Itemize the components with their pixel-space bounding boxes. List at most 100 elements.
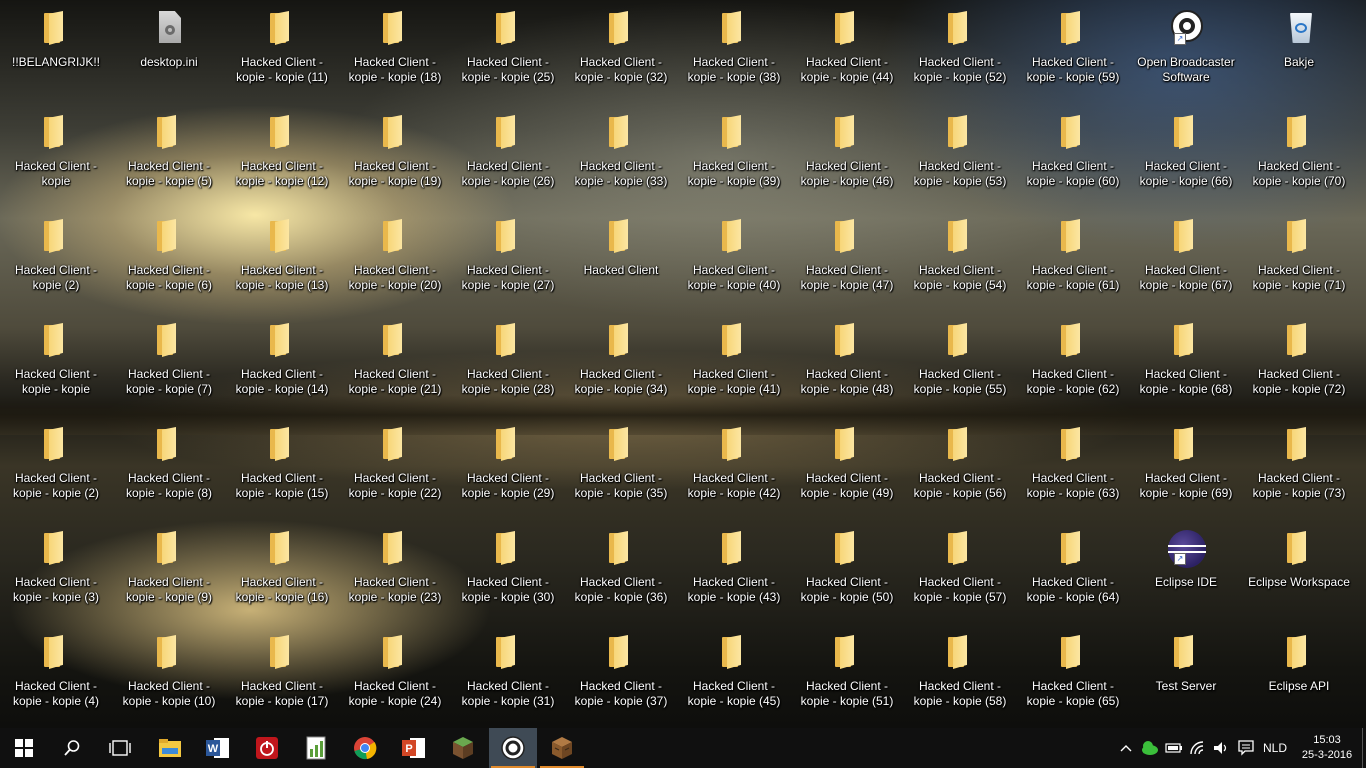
obs-taskbar-button[interactable] [489, 728, 537, 768]
minecraft-button[interactable] [439, 728, 487, 768]
desktop-icon-hacked-client-kopie-kopie-34[interactable]: Hacked Client - kopie - kopie (34) [566, 312, 676, 412]
desktop-icon-hacked-client-kopie-kopie-30[interactable]: Hacked Client - kopie - kopie (30) [453, 520, 563, 620]
battery-button[interactable] [1163, 728, 1185, 768]
desktop-icon-hacked-client-kopie-kopie-42[interactable]: Hacked Client - kopie - kopie (42) [679, 416, 789, 516]
desktop-icon-hacked-client[interactable]: Hacked Client [566, 208, 676, 308]
tray-app-icon-button[interactable] [1139, 728, 1161, 768]
volume-button[interactable] [1210, 728, 1232, 768]
desktop-icon-hacked-client-kopie-kopie-41[interactable]: Hacked Client - kopie - kopie (41) [679, 312, 789, 412]
desktop-icon-eclipse-ide[interactable]: ↗ Eclipse IDE [1131, 520, 1241, 620]
desktop-icon-test-server[interactable]: Test Server [1131, 624, 1241, 724]
desktop-icon-hacked-client-kopie-kopie-39[interactable]: Hacked Client - kopie - kopie (39) [679, 104, 789, 204]
desktop-icon-hacked-client-kopie-kopie-25[interactable]: Hacked Client - kopie - kopie (25) [453, 0, 563, 100]
desktop-icon-hacked-client-kopie-kopie-70[interactable]: Hacked Client - kopie - kopie (70) [1244, 104, 1354, 204]
powerpoint-button[interactable]: P [390, 728, 438, 768]
desktop-icon-hacked-client-kopie-kopie-47[interactable]: Hacked Client - kopie - kopie (47) [792, 208, 902, 308]
desktop-icon-hacked-client-kopie-kopie-35[interactable]: Hacked Client - kopie - kopie (35) [566, 416, 676, 516]
desktop-icon-hacked-client-kopie-kopie-66[interactable]: Hacked Client - kopie - kopie (66) [1131, 104, 1241, 204]
desktop-icon-hacked-client-kopie-kopie-65[interactable]: Hacked Client - kopie - kopie (65) [1018, 624, 1128, 724]
desktop-icon-hacked-client-kopie-kopie-33[interactable]: Hacked Client - kopie - kopie (33) [566, 104, 676, 204]
desktop-icon-hacked-client-kopie-kopie-5[interactable]: Hacked Client - kopie - kopie (5) [114, 104, 224, 204]
desktop-icon-hacked-client-kopie-kopie-17[interactable]: Hacked Client - kopie - kopie (17) [227, 624, 337, 724]
desktop-icon-hacked-client-kopie-kopie-29[interactable]: Hacked Client - kopie - kopie (29) [453, 416, 563, 516]
desktop-icon-hacked-client-kopie-kopie-22[interactable]: Hacked Client - kopie - kopie (22) [340, 416, 450, 516]
desktop-icon-hacked-client-kopie-kopie-57[interactable]: Hacked Client - kopie - kopie (57) [905, 520, 1015, 620]
start-button[interactable] [0, 728, 48, 768]
desktop-icon-hacked-client-kopie-kopie-68[interactable]: Hacked Client - kopie - kopie (68) [1131, 312, 1241, 412]
desktop-icon-eclipse-api[interactable]: Eclipse API [1244, 624, 1354, 724]
desktop[interactable]: !!BELANGRIJK!! desktop.ini Hacked Client -… [0, 0, 1366, 728]
desktop-icon-hacked-client-kopie-kopie-54[interactable]: Hacked Client - kopie - kopie (54) [905, 208, 1015, 308]
desktop-icon-hacked-client-kopie-kopie-16[interactable]: Hacked Client - kopie - kopie (16) [227, 520, 337, 620]
desktop-icon-hacked-client-kopie[interactable]: Hacked Client - kopie [1, 104, 111, 204]
desktop-icon-hacked-client-kopie-kopie-58[interactable]: Hacked Client - kopie - kopie (58) [905, 624, 1015, 724]
input-language-indicator[interactable]: NLD [1258, 728, 1292, 768]
desktop-icon-hacked-client-kopie-kopie-44[interactable]: Hacked Client - kopie - kopie (44) [792, 0, 902, 100]
desktop-icon-hacked-client-kopie-kopie-18[interactable]: Hacked Client - kopie - kopie (18) [340, 0, 450, 100]
desktop-icon-hacked-client-kopie-kopie-19[interactable]: Hacked Client - kopie - kopie (19) [340, 104, 450, 204]
desktop-icon-hacked-client-kopie-kopie-23[interactable]: Hacked Client - kopie - kopie (23) [340, 520, 450, 620]
desktop-icon-hacked-client-kopie-kopie-11[interactable]: Hacked Client - kopie - kopie (11) [227, 0, 337, 100]
desktop-icon-hacked-client-kopie-kopie-15[interactable]: Hacked Client - kopie - kopie (15) [227, 416, 337, 516]
desktop-icon-hacked-client-kopie-kopie-51[interactable]: Hacked Client - kopie - kopie (51) [792, 624, 902, 724]
desktop-icon-hacked-client-kopie-kopie-48[interactable]: Hacked Client - kopie - kopie (48) [792, 312, 902, 412]
desktop-icon-hacked-client-kopie-kopie-27[interactable]: Hacked Client - kopie - kopie (27) [453, 208, 563, 308]
desktop-icon-hacked-client-kopie-kopie-31[interactable]: Hacked Client - kopie - kopie (31) [453, 624, 563, 724]
show-hidden-icons-button[interactable] [1116, 728, 1136, 768]
desktop-icon-hacked-client-kopie-kopie-73[interactable]: Hacked Client - kopie - kopie (73) [1244, 416, 1354, 516]
desktop-icon-bakje[interactable]: Bakje [1244, 0, 1354, 100]
desktop-icon-hacked-client-kopie-kopie-12[interactable]: Hacked Client - kopie - kopie (12) [227, 104, 337, 204]
desktop-icon-hacked-client-kopie-kopie-50[interactable]: Hacked Client - kopie - kopie (50) [792, 520, 902, 620]
network-button[interactable] [1187, 728, 1209, 768]
desktop-icon-hacked-client-kopie-2[interactable]: Hacked Client - kopie (2) [1, 208, 111, 308]
desktop-icon-hacked-client-kopie-kopie-6[interactable]: Hacked Client - kopie - kopie (6) [114, 208, 224, 308]
desktop-icon-hacked-client-kopie-kopie-7[interactable]: Hacked Client - kopie - kopie (7) [114, 312, 224, 412]
desktop-icon-hacked-client-kopie-kopie-26[interactable]: Hacked Client - kopie - kopie (26) [453, 104, 563, 204]
desktop-icon-hacked-client-kopie-kopie-21[interactable]: Hacked Client - kopie - kopie (21) [340, 312, 450, 412]
desktop-icon-hacked-client-kopie-kopie-72[interactable]: Hacked Client - kopie - kopie (72) [1244, 312, 1354, 412]
desktop-icon-hacked-client-kopie-kopie-2[interactable]: Hacked Client - kopie - kopie (2) [1, 416, 111, 516]
desktop-icon-hacked-client-kopie-kopie-61[interactable]: Hacked Client - kopie - kopie (61) [1018, 208, 1128, 308]
search-button[interactable] [48, 728, 96, 768]
desktop-icon-hacked-client-kopie-kopie-64[interactable]: Hacked Client - kopie - kopie (64) [1018, 520, 1128, 620]
power-app-button[interactable] [243, 728, 291, 768]
desktop-icon-hacked-client-kopie-kopie-14[interactable]: Hacked Client - kopie - kopie (14) [227, 312, 337, 412]
desktop-icon-hacked-client-kopie-kopie-46[interactable]: Hacked Client - kopie - kopie (46) [792, 104, 902, 204]
desktop-icon-hacked-client-kopie-kopie-9[interactable]: Hacked Client - kopie - kopie (9) [114, 520, 224, 620]
desktop-icon-eclipse-workspace[interactable]: Eclipse Workspace [1244, 520, 1354, 620]
chrome-button[interactable] [341, 728, 389, 768]
desktop-icon-hacked-client-kopie-kopie-38[interactable]: Hacked Client - kopie - kopie (38) [679, 0, 789, 100]
desktop-icon-desktop-ini[interactable]: desktop.ini [114, 0, 224, 100]
desktop-icon-hacked-client-kopie-kopie-69[interactable]: Hacked Client - kopie - kopie (69) [1131, 416, 1241, 516]
desktop-icon-hacked-client-kopie-kopie-13[interactable]: Hacked Client - kopie - kopie (13) [227, 208, 337, 308]
desktop-icon-hacked-client-kopie-kopie-37[interactable]: Hacked Client - kopie - kopie (37) [566, 624, 676, 724]
desktop-icon-hacked-client-kopie-kopie-32[interactable]: Hacked Client - kopie - kopie (32) [566, 0, 676, 100]
desktop-icon-hacked-client-kopie-kopie-62[interactable]: Hacked Client - kopie - kopie (62) [1018, 312, 1128, 412]
desktop-icon-hacked-client-kopie-kopie[interactable]: Hacked Client - kopie - kopie [1, 312, 111, 412]
desktop-icon-hacked-client-kopie-kopie-56[interactable]: Hacked Client - kopie - kopie (56) [905, 416, 1015, 516]
desktop-icon-hacked-client-kopie-kopie-28[interactable]: Hacked Client - kopie - kopie (28) [453, 312, 563, 412]
clock-button[interactable]: 15:03 25-3-2016 [1294, 728, 1360, 768]
desktop-icon-hacked-client-kopie-kopie-55[interactable]: Hacked Client - kopie - kopie (55) [905, 312, 1015, 412]
desktop-icon-hacked-client-kopie-kopie-43[interactable]: Hacked Client - kopie - kopie (43) [679, 520, 789, 620]
desktop-icon-hacked-client-kopie-kopie-20[interactable]: Hacked Client - kopie - kopie (20) [340, 208, 450, 308]
desktop-icon-hacked-client-kopie-kopie-24[interactable]: Hacked Client - kopie - kopie (24) [340, 624, 450, 724]
word-button[interactable]: W [194, 728, 242, 768]
desktop-icon-hacked-client-kopie-kopie-49[interactable]: Hacked Client - kopie - kopie (49) [792, 416, 902, 516]
desktop-icon-open-broadcaster-software[interactable]: ↗ Open Broadcaster Software [1131, 0, 1241, 100]
action-center-button[interactable] [1235, 728, 1257, 768]
desktop-icon-hacked-client-kopie-kopie-59[interactable]: Hacked Client - kopie - kopie (59) [1018, 0, 1128, 100]
desktop-icon-belangrijk[interactable]: !!BELANGRIJK!! [1, 0, 111, 100]
desktop-icon-hacked-client-kopie-kopie-63[interactable]: Hacked Client - kopie - kopie (63) [1018, 416, 1128, 516]
file-explorer-button[interactable] [146, 728, 194, 768]
desktop-icon-hacked-client-kopie-kopie-4[interactable]: Hacked Client - kopie - kopie (4) [1, 624, 111, 724]
desktop-icon-hacked-client-kopie-kopie-45[interactable]: Hacked Client - kopie - kopie (45) [679, 624, 789, 724]
task-view-button[interactable] [96, 728, 144, 768]
desktop-icon-hacked-client-kopie-kopie-3[interactable]: Hacked Client - kopie - kopie (3) [1, 520, 111, 620]
desktop-icon-hacked-client-kopie-kopie-36[interactable]: Hacked Client - kopie - kopie (36) [566, 520, 676, 620]
desktop-icon-hacked-client-kopie-kopie-8[interactable]: Hacked Client - kopie - kopie (8) [114, 416, 224, 516]
desktop-icon-hacked-client-kopie-kopie-53[interactable]: Hacked Client - kopie - kopie (53) [905, 104, 1015, 204]
desktop-icon-hacked-client-kopie-kopie-67[interactable]: Hacked Client - kopie - kopie (67) [1131, 208, 1241, 308]
minecraft-launcher-button[interactable] [538, 728, 586, 768]
desktop-icon-hacked-client-kopie-kopie-71[interactable]: Hacked Client - kopie - kopie (71) [1244, 208, 1354, 308]
